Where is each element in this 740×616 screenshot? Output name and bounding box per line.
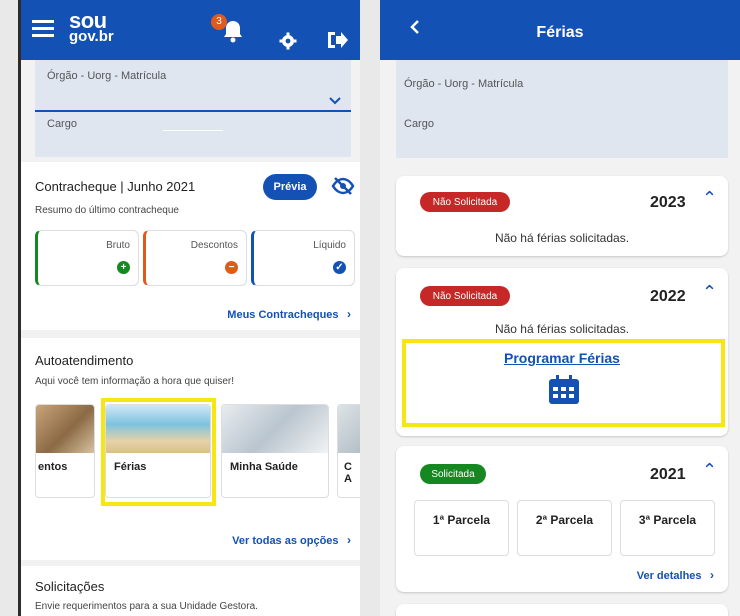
tile-image-doctor (222, 405, 328, 453)
chevron-down-icon[interactable] (329, 92, 341, 110)
chevron-right-icon: › (710, 568, 714, 582)
top-app-bar: Férias (380, 0, 740, 60)
top-app-bar: sou gov.br 3 (21, 0, 360, 60)
collapse-chevron-up-icon[interactable]: ⌃ (702, 460, 717, 481)
ferias-screen: Férias Órgão - Uorg - Matrícula Cargo Nã… (380, 0, 740, 616)
status-badge: Solicitada (420, 464, 486, 484)
meus-contracheques-link[interactable]: Meus Contracheques › (227, 305, 351, 323)
status-badge: Não Solicitada (420, 192, 510, 212)
tile-label: C A (344, 461, 352, 485)
cargo-label: Cargo (404, 118, 434, 130)
descontos-card[interactable]: Descontos − (143, 230, 247, 286)
autoatendimento-title: Autoatendimento (35, 353, 134, 368)
orgao-select[interactable] (35, 86, 351, 112)
logo-line-2: gov.br (69, 28, 114, 45)
programar-ferias-highlight (402, 339, 725, 427)
descontos-label: Descontos (190, 240, 238, 251)
chevron-right-icon: › (347, 307, 351, 321)
parcela-1-card[interactable]: 1ª Parcela (414, 500, 509, 556)
tile-image-partial (338, 405, 360, 453)
service-tile-documentos[interactable]: entos (35, 404, 95, 498)
home-screen: sou gov.br 3 Órgão - Uorg - Matrícula Ca… (18, 0, 360, 616)
gov-br-logo[interactable]: sou gov.br (69, 10, 114, 45)
hamburger-menu-icon[interactable] (31, 16, 55, 40)
bruto-label: Bruto (106, 240, 130, 251)
no-vacation-message: Não há férias solicitadas. (494, 231, 630, 245)
hide-values-eye-icon[interactable] (331, 176, 355, 196)
plus-circle-icon: + (117, 261, 130, 274)
check-circle-icon: ✓ (333, 261, 346, 274)
parcela-3-card[interactable]: 3ª Parcela (620, 500, 715, 556)
service-tile-minha-saude[interactable]: Minha Saúde (221, 404, 329, 498)
page-title: Férias (536, 24, 584, 41)
orgao-uorg-matricula-label: Órgão - Uorg - Matrícula (47, 70, 167, 82)
cargo-value-line (163, 130, 223, 131)
solicitacoes-section: Solicitações Envie requerimentos para a … (21, 566, 360, 616)
liquido-label: Líquido (313, 240, 346, 251)
year-label: 2023 (650, 194, 686, 211)
ferias-year-card-next (396, 604, 728, 616)
status-badge: Não Solicitada (420, 286, 510, 306)
notification-count-badge: 3 (211, 14, 227, 30)
employee-form: Órgão - Uorg - Matrícula Cargo (35, 60, 351, 157)
ver-detalhes-link[interactable]: Ver detalhes › (637, 566, 714, 584)
contracheque-title: Contracheque | Junho 2021 (35, 179, 196, 194)
bruto-card[interactable]: Bruto + (35, 230, 139, 286)
tile-label: entos (38, 461, 68, 473)
settings-gear-icon[interactable] (277, 30, 299, 52)
tile-image-lion (36, 405, 94, 453)
ferias-year-card-2023: Não Solicitada 2023 ⌃ Não há férias soli… (396, 176, 728, 256)
liquido-card[interactable]: Líquido ✓ (251, 230, 355, 286)
logout-icon[interactable] (325, 28, 349, 52)
employee-form: Órgão - Uorg - Matrícula Cargo (396, 60, 728, 158)
collapse-chevron-up-icon[interactable]: ⌃ (702, 282, 717, 303)
solicitacoes-title: Solicitações (35, 579, 105, 594)
year-label: 2021 (650, 466, 686, 483)
service-tile-partial[interactable]: C A (337, 404, 360, 498)
ferias-tile-highlight (101, 398, 216, 506)
collapse-chevron-up-icon[interactable]: ⌃ (702, 188, 717, 209)
solicitacoes-subtitle: Envie requerimentos para a sua Unidade G… (35, 601, 258, 612)
autoatendimento-subtitle: Aqui você tem informação a hora que quis… (35, 376, 234, 387)
minus-circle-icon: − (225, 261, 238, 274)
parcela-2-card[interactable]: 2ª Parcela (517, 500, 612, 556)
cargo-label: Cargo (47, 118, 77, 130)
chevron-right-icon: › (347, 533, 351, 547)
tile-label: Minha Saúde (230, 461, 298, 473)
contracheque-subtitle: Resumo do último contracheque (35, 205, 179, 216)
previa-button[interactable]: Prévia (263, 174, 317, 200)
no-vacation-message: Não há férias solicitadas. (494, 322, 630, 336)
ver-todas-opcoes-link[interactable]: Ver todas as opções › (232, 531, 351, 549)
year-label: 2022 (650, 288, 686, 305)
orgao-uorg-matricula-label: Órgão - Uorg - Matrícula (404, 78, 524, 90)
